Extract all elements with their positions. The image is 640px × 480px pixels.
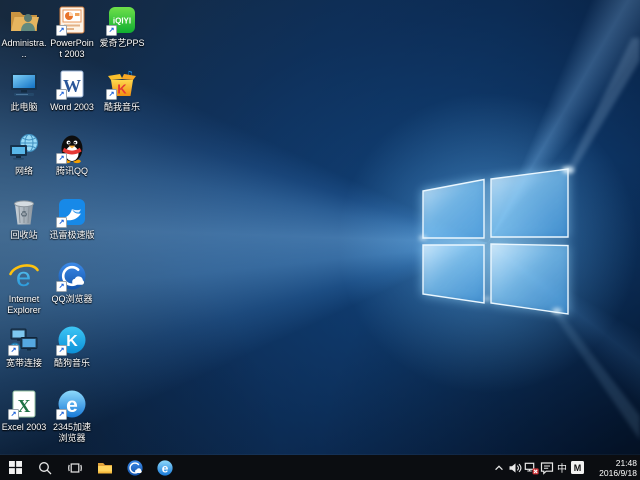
user-folder-icon	[8, 4, 40, 36]
browser-2345-icon: e ↗	[56, 388, 88, 420]
desktop-icon-broadband[interactable]: ↗ 宽带连接	[1, 324, 47, 369]
shortcut-arrow-icon: ↗	[56, 153, 67, 164]
desktop-icon-label: PowerPoint 2003	[49, 38, 95, 59]
qq-browser-icon: ↗	[56, 260, 88, 292]
desktop-icon-kugou-music[interactable]: K ↗ 酷狗音乐	[49, 324, 95, 369]
desktop-icon-iqiyi-pps[interactable]: iQIYI ↗ 爱奇艺PPS	[99, 4, 145, 49]
network-globe-icon	[8, 132, 40, 164]
start-button[interactable]	[0, 455, 30, 480]
shortcut-arrow-icon: ↗	[56, 281, 67, 292]
desktop-icon-recycle-bin[interactable]: ♻ 回收站	[1, 196, 47, 241]
hidden-icons-chevron[interactable]	[491, 455, 507, 480]
svg-text:K: K	[66, 333, 78, 350]
desktop-icon-label: QQ浏览器	[51, 294, 92, 305]
windows-logo-wallpaper	[0, 0, 640, 455]
windows-logo-icon	[9, 461, 22, 474]
desktop-icon-word-2003[interactable]: W ↗ Word 2003	[49, 68, 95, 113]
browser-2345-icon: e	[156, 459, 174, 477]
shortcut-arrow-icon: ↗	[56, 217, 67, 228]
file-explorer-button[interactable]	[90, 455, 120, 480]
network-error-icon	[524, 461, 539, 475]
shortcut-arrow-icon: ↗	[8, 345, 19, 356]
shortcut-arrow-icon: ↗	[56, 89, 67, 100]
desktop-icon-label: 网络	[15, 166, 33, 177]
svg-text:e: e	[66, 394, 78, 417]
desktop-icon-label: Administra...	[1, 38, 47, 59]
this-pc-icon	[8, 68, 40, 100]
desktop-icon-label: 酷狗音乐	[54, 358, 90, 369]
action-center-tray-icon[interactable]	[539, 455, 555, 480]
desktop-icon-label: 酷我音乐	[104, 102, 140, 113]
shortcut-arrow-icon: ↗	[106, 89, 117, 100]
desktop-icon-network[interactable]: 网络	[1, 132, 47, 177]
shortcut-arrow-icon: ↗	[56, 409, 67, 420]
shortcut-arrow-icon: ↗	[106, 25, 117, 36]
desktop-icon-excel-2003[interactable]: X ↗ Excel 2003	[1, 388, 47, 433]
taskbar-clock[interactable]: 21:48 2016/9/18	[589, 458, 637, 478]
desktop-icon-qq-browser[interactable]: ↗ QQ浏览器	[49, 260, 95, 305]
task-view-button[interactable]	[60, 455, 90, 480]
desktop-icon-thunder[interactable]: ↗ 迅雷极速版	[49, 196, 95, 241]
svg-text:♻: ♻	[20, 210, 28, 220]
kugou-music-icon: K ↗	[56, 324, 88, 356]
desktop-icon-label: Word 2003	[50, 102, 94, 113]
desktop-icon-label: Excel 2003	[2, 422, 47, 433]
speaker-icon	[508, 461, 522, 475]
desktop-icon-label: 回收站	[10, 230, 37, 241]
desktop-icon-tencent-qq[interactable]: ↗ 腾讯QQ	[49, 132, 95, 177]
ie-logo-icon: e	[8, 260, 40, 292]
svg-text:K: K	[117, 82, 127, 97]
windows-desktop: Administra... ↗ PowerPoint 2003 iQIYI ↗	[0, 0, 640, 480]
qq-browser-icon	[126, 459, 144, 477]
word-icon: W ↗	[56, 68, 88, 100]
svg-text:X: X	[18, 396, 31, 416]
desktop-icon-label: 2345加速浏览器	[49, 422, 95, 443]
action-center-icon	[540, 461, 554, 475]
desktop-icon-2345-browser[interactable]: e ↗ 2345加速浏览器	[49, 388, 95, 443]
desktop-wallpaper	[0, 0, 640, 455]
volume-tray-icon[interactable]	[507, 455, 523, 480]
desktop-icon-label: 迅雷极速版	[49, 230, 94, 241]
desktop-icon-administrator[interactable]: Administra...	[1, 4, 47, 59]
qq-browser-taskbar-button[interactable]	[120, 455, 150, 480]
desktop-icon-label: 宽带连接	[6, 358, 42, 369]
svg-text:e: e	[162, 461, 169, 475]
desktop-icon-kuwo-music[interactable]: ♫ K ↗ 酷我音乐	[99, 68, 145, 113]
desktop-icon-label: 此电脑	[10, 102, 37, 113]
iqiyi-icon: iQIYI ↗	[106, 4, 138, 36]
chevron-up-icon	[493, 462, 505, 474]
shortcut-arrow-icon: ↗	[8, 409, 19, 420]
taskbar: e	[0, 455, 640, 480]
ime-mode-badge[interactable]: M	[571, 461, 584, 474]
2345-browser-taskbar-button[interactable]: e	[150, 455, 180, 480]
search-button[interactable]	[30, 455, 60, 480]
desktop-icon-label: Internet Explorer	[1, 294, 47, 315]
desktop-icon-label: 爱奇艺PPS	[99, 38, 144, 49]
input-language-indicator[interactable]: 中	[555, 460, 569, 475]
task-view-icon	[68, 461, 82, 475]
desktop-icon-powerpoint-2003[interactable]: ↗ PowerPoint 2003	[49, 4, 95, 59]
clock-date: 2016/9/18	[589, 468, 637, 478]
desktop-icon-label: 腾讯QQ	[56, 166, 88, 177]
powerpoint-icon: ↗	[56, 4, 88, 36]
desktop-icon-this-pc[interactable]: 此电脑	[1, 68, 47, 113]
kuwo-music-icon: ♫ K ↗	[106, 68, 138, 100]
broadband-connection-icon: ↗	[8, 324, 40, 356]
network-disconnected-tray-icon[interactable]	[523, 455, 539, 480]
excel-icon: X ↗	[8, 388, 40, 420]
desktop-icon-internet-explorer[interactable]: e Internet Explorer	[1, 260, 47, 315]
clock-time: 21:48	[589, 458, 637, 468]
file-explorer-icon	[97, 461, 113, 475]
shortcut-arrow-icon: ↗	[56, 25, 67, 36]
system-tray: 中 M 21:48 2016/9/18	[491, 455, 640, 480]
search-icon	[38, 461, 52, 475]
shortcut-arrow-icon: ↗	[56, 345, 67, 356]
thunder-bird-icon: ↗	[56, 196, 88, 228]
recycle-bin-icon: ♻	[8, 196, 40, 228]
qq-penguin-icon: ↗	[56, 132, 88, 164]
